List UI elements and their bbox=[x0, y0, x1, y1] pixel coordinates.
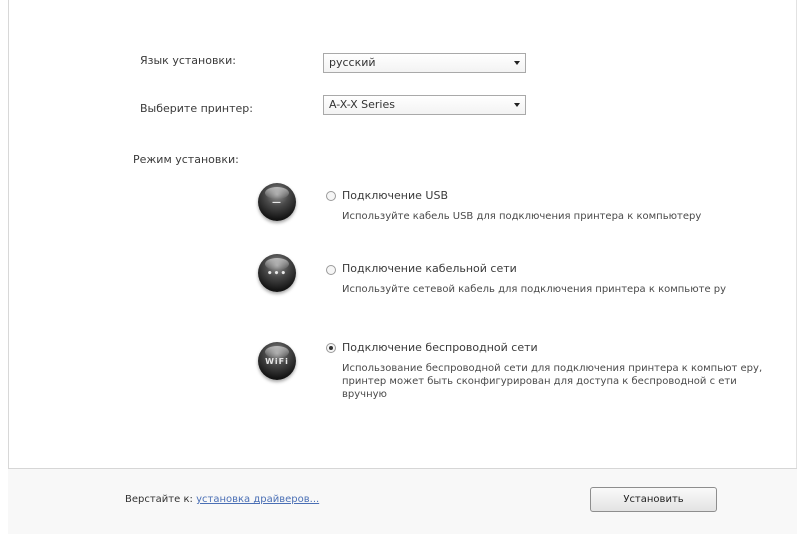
usb-title: Подключение USB bbox=[342, 189, 448, 202]
usb-description: Используйте кабель USB для подключения п… bbox=[342, 211, 702, 222]
wired-network-title: Подключение кабельной сети bbox=[342, 262, 517, 275]
wired-network-icon: ••• bbox=[258, 254, 296, 292]
usb-radio[interactable] bbox=[326, 191, 336, 201]
wired-network-radio[interactable] bbox=[326, 265, 336, 275]
usb-icon: — bbox=[258, 183, 296, 221]
footer-link[interactable]: установка драйверов... bbox=[196, 494, 319, 505]
install-mode-label: Режим установки: bbox=[133, 153, 239, 166]
wireless-network-radio[interactable] bbox=[326, 343, 336, 353]
wireless-network-icon: WiFi bbox=[258, 342, 296, 380]
language-select[interactable]: русский bbox=[323, 53, 526, 73]
installer-window: Язык установки: русский Выберите принтер… bbox=[0, 0, 803, 534]
language-select-value: русский bbox=[329, 56, 376, 69]
language-label: Язык установки: bbox=[140, 54, 236, 67]
chevron-down-icon bbox=[514, 103, 520, 107]
wireless-network-title: Подключение беспроводной сети bbox=[342, 341, 538, 354]
printer-select-value: A-X-X Series bbox=[329, 98, 395, 111]
wireless-network-description: Использование беспроводной сети для подк… bbox=[342, 363, 763, 400]
footer-text: Верстайте к: установка драйверов... bbox=[125, 494, 319, 505]
window-right-border bbox=[796, 0, 797, 470]
install-button[interactable]: Установить bbox=[590, 487, 717, 512]
wired-network-description: Используйте сетевой кабель для подключен… bbox=[342, 284, 727, 295]
printer-label: Выберите принтер: bbox=[140, 102, 253, 115]
window-left-border bbox=[8, 0, 9, 470]
chevron-down-icon bbox=[514, 61, 520, 65]
printer-select[interactable]: A-X-X Series bbox=[323, 95, 526, 115]
footer-prefix: Верстайте к: bbox=[125, 494, 193, 505]
